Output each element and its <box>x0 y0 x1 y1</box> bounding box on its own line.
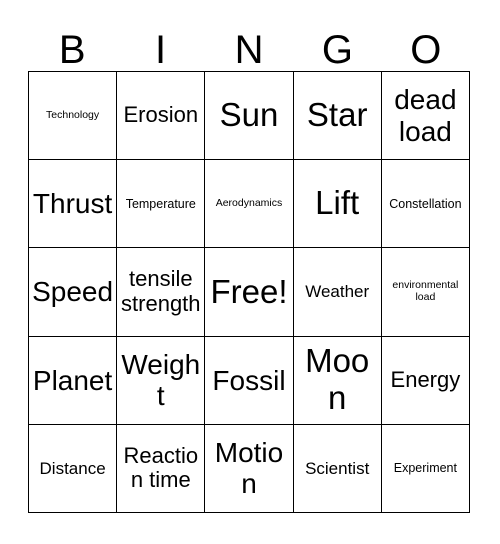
bingo-cell-label: Weight <box>121 348 201 412</box>
bingo-header-letter-i: I <box>155 28 167 72</box>
bingo-cell-label: Moon <box>305 342 370 417</box>
bingo-cell-label: Technology <box>46 108 100 121</box>
bingo-cell-label: Lift <box>315 184 360 222</box>
bingo-cell-label: Energy <box>390 366 461 392</box>
bingo-cell-label: Thrust <box>32 188 113 220</box>
bingo-cell[interactable]: Energy <box>381 336 470 425</box>
bingo-cell[interactable]: Star <box>293 72 382 161</box>
bingo-cell-label: Scientist <box>305 458 370 478</box>
bingo-cell[interactable]: Constellation <box>381 160 470 249</box>
bingo-cell-label: Speed <box>32 276 114 308</box>
bingo-cell-label: Experiment <box>393 461 457 476</box>
bingo-cell-label: Reaction time <box>123 442 199 493</box>
bingo-cell-label: Constellation <box>389 196 462 211</box>
bingo-cell[interactable]: Scientist <box>293 424 382 513</box>
bingo-cell-label: environmental load <box>392 279 459 303</box>
bingo-grid: Technology Erosion Sun Star dead load Thrust T… <box>28 71 470 513</box>
bingo-cell[interactable]: Motion <box>205 424 294 513</box>
bingo-cell[interactable]: Fossil <box>205 336 294 425</box>
bingo-cell-label: Sun <box>219 96 279 134</box>
bingo-cell[interactable]: Reaction time <box>117 424 206 513</box>
bingo-header-letter-b: B <box>58 28 86 72</box>
bingo-cell-label: Motion <box>214 437 284 500</box>
bingo-cell[interactable]: Speed <box>29 248 118 337</box>
bingo-cell-label: Temperature <box>125 196 196 211</box>
bingo-cell[interactable]: Experiment <box>381 424 470 513</box>
bingo-cell[interactable]: Weight <box>117 336 206 425</box>
bingo-header-row: BINGO <box>28 12 470 70</box>
bingo-cell[interactable]: Aerodynamics <box>205 160 294 249</box>
bingo-card: BINGO Technology Erosion Sun Star dead load T… <box>0 0 500 544</box>
bingo-cell-label: dead load <box>394 84 457 147</box>
bingo-header-letter-g: G <box>321 28 353 72</box>
bingo-cell[interactable]: Lift <box>293 160 382 249</box>
bingo-cell-label: Fossil <box>212 364 286 396</box>
bingo-cell[interactable]: Thrust <box>29 160 118 249</box>
bingo-header-letter-o: O <box>410 28 442 72</box>
bingo-cell-label: Erosion <box>123 102 199 128</box>
bingo-cell[interactable]: environmental load <box>381 248 470 337</box>
bingo-cell-label: Distance <box>39 458 106 478</box>
bingo-cell-label: Star <box>306 96 368 134</box>
bingo-cell-label: tensile strength <box>121 266 201 316</box>
bingo-cell[interactable]: Planet <box>29 336 118 425</box>
bingo-cell[interactable]: Distance <box>29 424 118 513</box>
bingo-cell[interactable]: dead load <box>381 72 470 161</box>
bingo-free-space[interactable]: Free! <box>205 248 294 337</box>
bingo-cell-label: Free! <box>210 272 288 310</box>
bingo-cell[interactable]: Moon <box>293 336 382 425</box>
bingo-cell[interactable]: Sun <box>205 72 294 161</box>
bingo-cell-label: Planet <box>32 364 113 396</box>
bingo-cell[interactable]: Erosion <box>117 72 206 161</box>
bingo-header-letter-n: N <box>234 28 264 72</box>
bingo-cell[interactable]: Weather <box>293 248 382 337</box>
bingo-cell-label: Aerodynamics <box>215 196 283 209</box>
bingo-cell[interactable]: tensile strength <box>117 248 206 337</box>
bingo-cell-label: Weather <box>305 282 370 302</box>
bingo-cell[interactable]: Temperature <box>117 160 206 249</box>
bingo-cell[interactable]: Technology <box>29 72 118 161</box>
